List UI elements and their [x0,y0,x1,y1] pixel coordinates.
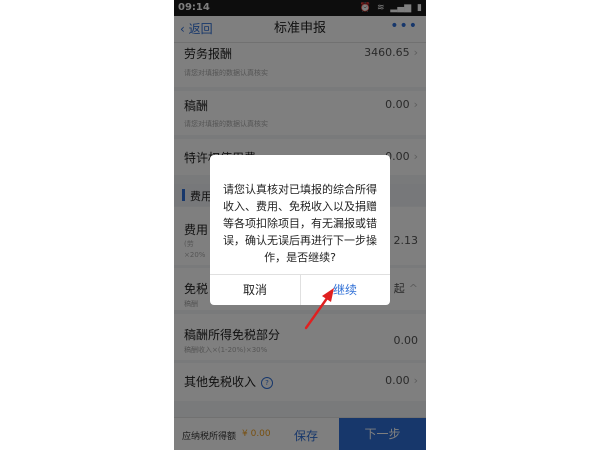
dialog-message: 请您认真核对已填报的综合所得收入、费用、免税收入以及捐赠等各项扣除项目，有无漏报… [223,183,377,264]
cancel-button[interactable]: 取消 [210,275,300,305]
annotation-arrow-icon [304,288,334,330]
